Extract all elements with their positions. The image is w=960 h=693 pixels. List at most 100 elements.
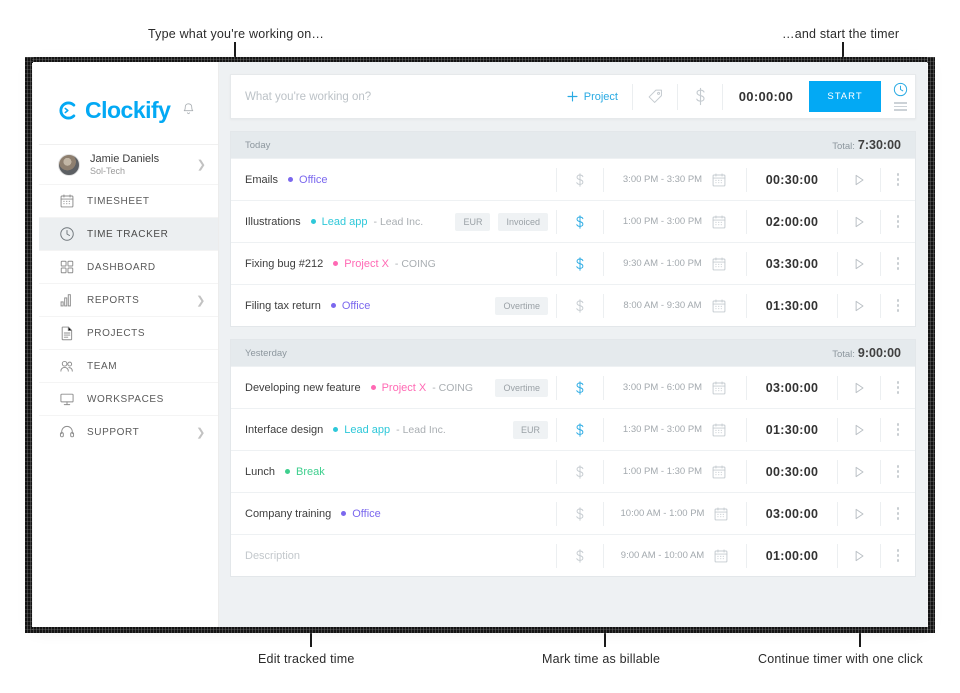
entry-project[interactable]: Office — [342, 300, 371, 312]
play-icon[interactable] — [838, 422, 880, 438]
entry-description-cell[interactable]: Filing tax return Office — [231, 300, 495, 312]
time-entry-row[interactable]: Illustrations Lead app - Lead Inc. EUR In… — [231, 200, 915, 242]
entry-description-cell[interactable]: Company training Office — [231, 508, 556, 520]
entry-description[interactable]: Developing new feature — [245, 382, 361, 394]
time-entry-row[interactable]: Filing tax return Office Overtime 8:00 A… — [231, 284, 915, 326]
more-vertical-icon[interactable] — [881, 549, 915, 562]
calendar-icon[interactable] — [711, 422, 727, 438]
sidebar-item-team[interactable]: TEAM — [39, 349, 218, 382]
more-vertical-icon[interactable] — [881, 173, 915, 186]
entry-description[interactable]: Interface design — [245, 424, 323, 436]
entry-project[interactable]: Project X — [382, 382, 427, 394]
entry-time-range[interactable]: 1:30 PM - 3:00 PM — [604, 422, 746, 438]
entry-project[interactable]: Lead app — [322, 216, 368, 228]
time-entry-row[interactable]: Developing new feature Project X - COING… — [231, 366, 915, 408]
sidebar-item-time-tracker[interactable]: TIME TRACKER — [39, 217, 218, 250]
entry-duration[interactable]: 00:30:00 — [747, 465, 837, 479]
more-vertical-icon[interactable] — [881, 257, 915, 270]
entry-description-cell[interactable]: Developing new feature Project X - COING — [231, 382, 495, 394]
play-icon[interactable] — [838, 172, 880, 188]
play-icon[interactable] — [838, 548, 880, 564]
dollar-icon[interactable] — [678, 87, 722, 106]
play-icon[interactable] — [838, 506, 880, 522]
sidebar-item-projects[interactable]: PROJECTS — [39, 316, 218, 349]
calendar-icon[interactable] — [713, 506, 729, 522]
entry-duration[interactable]: 02:00:00 — [747, 215, 837, 229]
billable-toggle[interactable] — [557, 298, 603, 314]
calendar-icon[interactable] — [711, 380, 727, 396]
time-entry-row[interactable]: Company training Office 10:00 AM - 1:00 … — [231, 492, 915, 534]
entry-duration[interactable]: 01:00:00 — [747, 549, 837, 563]
entry-time-range[interactable]: 10:00 AM - 1:00 PM — [604, 506, 746, 522]
entry-description-cell[interactable]: Description — [231, 550, 556, 562]
time-entry-row[interactable]: Fixing bug #212 Project X - COING 9:30 A… — [231, 242, 915, 284]
time-entry-row[interactable]: Description 9:00 AM - 10:00 AM 01:00:00 — [231, 534, 915, 576]
entry-duration[interactable]: 01:30:00 — [747, 299, 837, 313]
sidebar-item-workspaces[interactable]: WORKSPACES — [39, 382, 218, 415]
entry-duration[interactable]: 00:30:00 — [747, 173, 837, 187]
billable-toggle[interactable] — [557, 464, 603, 480]
entry-description-cell[interactable]: Interface design Lead app - Lead Inc. — [231, 424, 513, 436]
entry-time-range[interactable]: 3:00 PM - 6:00 PM — [604, 380, 746, 396]
more-vertical-icon[interactable] — [881, 381, 915, 394]
sidebar-item-support[interactable]: SUPPORT ❯ — [39, 415, 218, 448]
entry-description[interactable]: Company training — [245, 508, 331, 520]
more-vertical-icon[interactable] — [881, 423, 915, 436]
entry-description[interactable]: Filing tax return — [245, 300, 321, 312]
time-entry-row[interactable]: Emails Office 3:00 PM - 3:30 PM 00:30:00 — [231, 158, 915, 200]
entry-time-range[interactable]: 1:00 PM - 1:30 PM — [604, 464, 746, 480]
entry-project[interactable]: Office — [299, 174, 328, 186]
play-icon[interactable] — [838, 298, 880, 314]
timer-description-input[interactable] — [231, 75, 552, 118]
calendar-icon[interactable] — [711, 172, 727, 188]
more-vertical-icon[interactable] — [881, 465, 915, 478]
tag-icon[interactable] — [633, 88, 677, 105]
entry-description[interactable]: Fixing bug #212 — [245, 258, 323, 270]
entry-description-cell[interactable]: Fixing bug #212 Project X - COING — [231, 258, 556, 270]
bell-icon[interactable] — [182, 102, 195, 117]
billable-toggle[interactable] — [557, 172, 603, 188]
entry-description[interactable]: Illustrations — [245, 216, 301, 228]
calendar-icon[interactable] — [711, 464, 727, 480]
entry-description-cell[interactable]: Lunch Break — [231, 466, 556, 478]
mode-toggle[interactable] — [881, 82, 915, 111]
clock-icon[interactable] — [893, 82, 908, 97]
time-entry-row[interactable]: Interface design Lead app - Lead Inc. EU… — [231, 408, 915, 450]
entry-duration[interactable]: 01:30:00 — [747, 423, 837, 437]
list-icon[interactable] — [893, 100, 907, 111]
calendar-icon[interactable] — [713, 548, 729, 564]
sidebar-item-dashboard[interactable]: DASHBOARD — [39, 250, 218, 283]
play-icon[interactable] — [838, 464, 880, 480]
play-icon[interactable] — [838, 380, 880, 396]
entry-time-range[interactable]: 8:00 AM - 9:30 AM — [604, 298, 746, 314]
user-profile-row[interactable]: Jamie Daniels Sol-Tech ❯ — [39, 144, 218, 184]
billable-toggle[interactable] — [557, 548, 603, 564]
entry-duration[interactable]: 03:00:00 — [747, 507, 837, 521]
entry-time-range[interactable]: 9:00 AM - 10:00 AM — [604, 548, 746, 564]
entry-time-range[interactable]: 9:30 AM - 1:00 PM — [604, 256, 746, 272]
billable-toggle[interactable] — [557, 256, 603, 272]
more-vertical-icon[interactable] — [881, 215, 915, 228]
calendar-icon[interactable] — [711, 214, 727, 230]
billable-toggle[interactable] — [557, 506, 603, 522]
more-vertical-icon[interactable] — [881, 507, 915, 520]
entry-description[interactable]: Lunch — [245, 466, 275, 478]
more-vertical-icon[interactable] — [881, 299, 915, 312]
billable-toggle[interactable] — [557, 422, 603, 438]
billable-toggle[interactable] — [557, 380, 603, 396]
entry-description-cell[interactable]: Illustrations Lead app - Lead Inc. — [231, 216, 455, 228]
billable-toggle[interactable] — [557, 214, 603, 230]
play-icon[interactable] — [838, 256, 880, 272]
entry-description[interactable]: Emails — [245, 174, 278, 186]
start-button[interactable]: START — [809, 81, 881, 112]
play-icon[interactable] — [838, 214, 880, 230]
entry-time-range[interactable]: 3:00 PM - 3:30 PM — [604, 172, 746, 188]
entry-project[interactable]: Office — [352, 508, 381, 520]
entry-project[interactable]: Break — [296, 466, 325, 478]
entry-project[interactable]: Lead app — [344, 424, 390, 436]
calendar-icon[interactable] — [711, 256, 727, 272]
calendar-icon[interactable] — [711, 298, 727, 314]
entry-time-range[interactable]: 1:00 PM - 3:00 PM — [604, 214, 746, 230]
time-entry-row[interactable]: Lunch Break 1:00 PM - 1:30 PM 00:30:00 — [231, 450, 915, 492]
entry-duration[interactable]: 03:00:00 — [747, 381, 837, 395]
